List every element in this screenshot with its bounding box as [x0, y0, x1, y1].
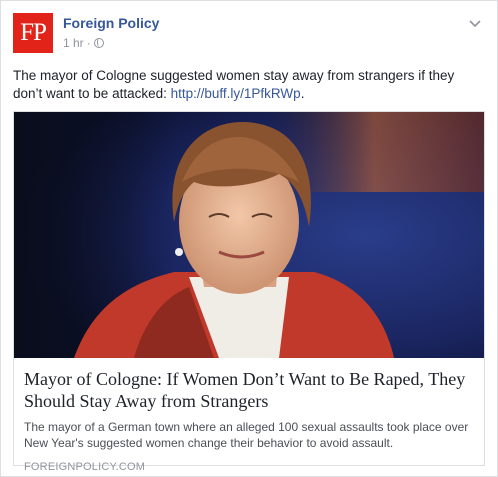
post-meta: 1 hr · [63, 36, 104, 50]
mayor-photo [14, 112, 484, 358]
status-link[interactable]: http://buff.ly/1PfkRWp [171, 86, 301, 101]
logo-text: FP [20, 19, 47, 46]
meta-separator: · [86, 36, 91, 50]
link-title[interactable]: Mayor of Cologne: If Women Don’t Want to… [24, 368, 476, 412]
link-preview-card[interactable]: Mayor of Cologne: If Women Don’t Want to… [13, 111, 485, 473]
link-description: The mayor of a German town where an alle… [24, 420, 469, 450]
page-name-link[interactable]: Foreign Policy [63, 15, 159, 31]
status-end: . [300, 86, 305, 101]
link-preview-text: Mayor of Cologne: If Women Don’t Want to… [24, 368, 476, 473]
globe-icon[interactable] [93, 38, 104, 48]
link-domain: FOREIGNPOLICY.COM [24, 461, 146, 473]
post-timestamp[interactable]: 1 hr [63, 36, 84, 50]
link-preview-image[interactable] [14, 112, 484, 358]
page-avatar[interactable]: FP [13, 13, 53, 53]
facebook-post: FP Foreign Policy 1 hr · The mayor of Col… [0, 0, 498, 477]
post-status-text: The mayor of Cologne suggested women sta… [13, 67, 487, 103]
post-header: FP Foreign Policy 1 hr · [13, 13, 485, 55]
chevron-down-icon[interactable] [467, 15, 483, 31]
